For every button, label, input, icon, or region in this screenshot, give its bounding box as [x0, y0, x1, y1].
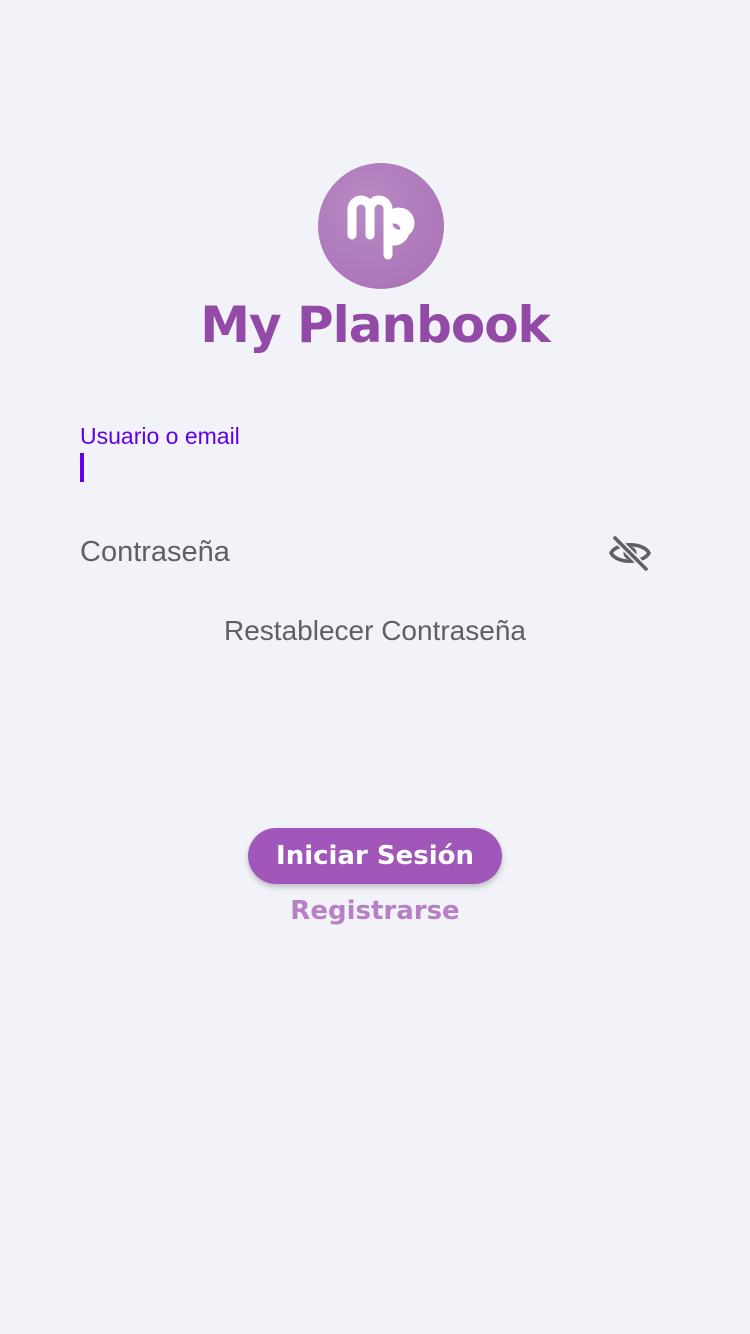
text-cursor — [80, 453, 84, 482]
eye-off-icon — [609, 534, 651, 573]
register-link[interactable]: Registrarse — [0, 891, 750, 931]
reset-password-link[interactable]: Restablecer Contraseña — [0, 611, 750, 651]
password-label: Contraseña — [80, 536, 230, 568]
username-label: Usuario o email — [80, 423, 240, 449]
app-logo-icon — [318, 163, 444, 289]
login-button[interactable]: Iniciar Sesión — [248, 828, 502, 884]
password-visibility-toggle[interactable] — [606, 529, 654, 577]
mp-monogram-icon — [347, 195, 415, 260]
app-name-logo-text: My Planbook — [200, 296, 551, 354]
